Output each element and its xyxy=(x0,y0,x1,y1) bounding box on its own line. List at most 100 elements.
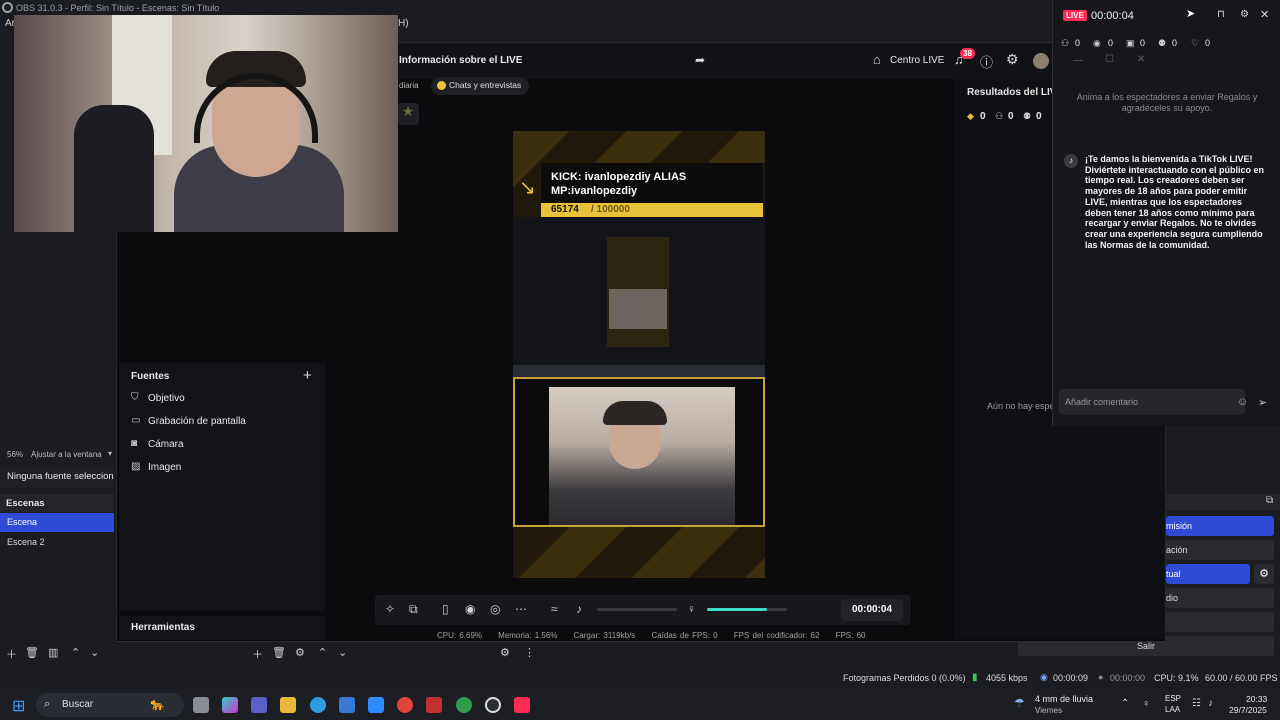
teams-icon[interactable] xyxy=(251,697,267,713)
weather-text[interactable]: 4 mm de lluvia xyxy=(1035,694,1093,704)
add-scene-icon[interactable]: ＋ xyxy=(6,646,17,662)
network-icon[interactable]: ☷ xyxy=(1192,698,1201,709)
centro-live-button[interactable]: Centro LIVE xyxy=(890,55,944,66)
task-view-icon[interactable] xyxy=(193,697,209,713)
edge-icon[interactable] xyxy=(310,697,326,713)
close-icon[interactable]: ✕ xyxy=(1137,54,1145,65)
camera-frame xyxy=(513,377,765,527)
scene-item-escena-2[interactable]: Escena 2 xyxy=(0,533,114,552)
viewers-icon: ⚇ xyxy=(995,111,1004,121)
settings-icon[interactable]: ⚙ xyxy=(1240,9,1249,20)
emoji-icon[interactable]: ☺ xyxy=(1237,396,1248,408)
share-icon[interactable]: ➦ xyxy=(695,53,705,67)
herramientas-title[interactable]: Herramientas xyxy=(119,616,325,640)
studio-mode-button[interactable]: dio xyxy=(1166,588,1274,608)
send-icon[interactable]: ➢ xyxy=(1258,396,1267,409)
scene-item-escena[interactable]: Escena xyxy=(0,513,114,532)
mic-slider[interactable] xyxy=(707,608,787,611)
volume-icon[interactable]: ♪ xyxy=(1208,698,1213,709)
folder-icon[interactable] xyxy=(280,697,296,713)
dropped-frames: Fotogramas Perdidos 0 (0.0%) xyxy=(843,673,966,683)
mic-icon[interactable]: ♀ xyxy=(687,602,696,616)
record-icon: ● xyxy=(1098,672,1104,682)
maximize-icon[interactable]: ☐ xyxy=(1105,54,1114,65)
gear-icon[interactable]: ⚙ xyxy=(295,646,305,659)
search-label: Buscar xyxy=(62,699,94,710)
minimize-icon[interactable]: — xyxy=(1073,55,1083,66)
fit-window-dropdown[interactable]: Ajustar a la ventana xyxy=(31,450,102,459)
arrow-up-icon[interactable]: ⌃ xyxy=(71,646,80,659)
speaker-icon[interactable]: ♪ xyxy=(576,602,582,616)
camera-icon: ◙ xyxy=(131,438,138,449)
avatar[interactable] xyxy=(1033,53,1049,69)
gift-prompt: Anima a los espectadores a enviar Regalo… xyxy=(1076,92,1258,113)
source-grabacion[interactable]: ▭ Grabación de pantalla xyxy=(131,414,311,432)
more-icon[interactable]: ⋯ xyxy=(515,602,527,616)
lock-icon[interactable]: ⊓ xyxy=(1217,9,1225,20)
home-icon[interactable]: ⌂ xyxy=(873,52,881,67)
windows-start-icon[interactable]: ⊞ xyxy=(12,696,25,716)
settings-icon[interactable]: ⚙ xyxy=(1006,51,1019,68)
filter-icon[interactable]: ▥ xyxy=(48,646,58,659)
virtual-camera-button[interactable]: tual xyxy=(1166,564,1250,584)
arrow-down-icon[interactable]: ⌄ xyxy=(338,646,347,659)
zoom-level: 56% xyxy=(7,450,24,459)
record-icon[interactable]: ◉ xyxy=(465,602,475,616)
notification-badge: 38 xyxy=(960,48,975,59)
arrow-down-icon[interactable]: ⌄ xyxy=(90,646,99,659)
phone-icon[interactable]: ▯ xyxy=(442,602,449,616)
chip-daily[interactable]: diaria xyxy=(399,81,419,90)
add-source-icon[interactable]: ＋ xyxy=(252,646,263,662)
chrome-icon[interactable] xyxy=(397,697,413,713)
app-icon[interactable] xyxy=(426,697,442,713)
language-code[interactable]: ESP xyxy=(1165,694,1181,703)
tiktok-logo-icon: ♪ xyxy=(1064,154,1078,168)
chevron-down-icon[interactable]: ▾ xyxy=(108,449,112,458)
menu-fragment-right[interactable]: H) xyxy=(398,18,409,29)
source-camara[interactable]: ◙ Cámara xyxy=(131,437,311,455)
gear-icon[interactable]: ⚙ xyxy=(1254,564,1274,584)
add-source-icon[interactable]: + xyxy=(303,367,312,384)
source-objetivo[interactable]: ⛉ Objetivo xyxy=(131,391,311,409)
mixer-settings-icon[interactable]: ⚙ xyxy=(500,646,510,659)
obs-titlebar: OBS 31.0.3 - Perfil: Sin Título - Escena… xyxy=(16,3,220,13)
tiktok-studio-taskbar-icon[interactable] xyxy=(514,697,530,713)
viewers-icon: ⚇ xyxy=(1061,38,1070,48)
start-stream-button[interactable]: misión xyxy=(1166,516,1274,536)
source-imagen[interactable]: ▨ Imagen xyxy=(131,460,311,478)
trash-icon[interactable]: 🗑 xyxy=(272,646,286,659)
dock-icon[interactable]: ⧉ xyxy=(1266,495,1273,506)
chrome-profile-icon[interactable] xyxy=(456,697,472,713)
weather-icon[interactable]: ☂ xyxy=(1014,696,1025,710)
store-icon[interactable] xyxy=(339,697,355,713)
camera-switch-icon[interactable]: ◎ xyxy=(490,602,500,616)
clock-time[interactable]: 20:33 xyxy=(1246,694,1267,704)
source-label: Grabación de pantalla xyxy=(148,416,246,427)
equalizer-icon[interactable]: ≈ xyxy=(551,602,558,616)
clock-date[interactable]: 29/7/2025 xyxy=(1229,705,1267,715)
camera-person xyxy=(549,387,735,525)
volume-slider[interactable] xyxy=(597,608,677,611)
goal-current: 65174 xyxy=(551,204,579,215)
obs-taskbar-icon[interactable] xyxy=(485,697,501,713)
layout-icon[interactable]: ⧉ xyxy=(409,602,418,617)
chip-chats-entrevistas[interactable]: Chats y entrevistas xyxy=(431,77,530,95)
comment-input[interactable]: Añadir comentario xyxy=(1059,389,1245,415)
scenes-title: Escenas xyxy=(0,494,114,512)
live-control-bar: ✧ ⧉ ▯ ◉ ◎ ⋯ ≈ ♪ ♀ 00:00:04 xyxy=(375,595,911,625)
mic-icon[interactable]: ♀ xyxy=(1142,698,1150,710)
close-icon[interactable]: ✕ xyxy=(1260,8,1269,21)
trash-icon[interactable]: 🗑 xyxy=(25,646,39,659)
help-icon[interactable]: ⓘ xyxy=(980,52,993,71)
magic-wand-icon[interactable]: ✧ xyxy=(385,602,395,616)
zoom-icon[interactable] xyxy=(368,697,384,713)
copilot-icon[interactable] xyxy=(222,697,238,713)
settings-button[interactable] xyxy=(1166,612,1274,632)
taskbar-search[interactable]: ⌕ Buscar 🐆 xyxy=(36,693,184,717)
live-info-title[interactable]: Información sobre el LIVE xyxy=(399,55,522,66)
star-icon[interactable]: ★ xyxy=(397,103,419,125)
tray-chevron-icon[interactable]: ⌃ xyxy=(1121,698,1129,709)
start-recording-button[interactable]: ación xyxy=(1166,540,1274,560)
more-icon[interactable]: ⋮ xyxy=(524,646,535,659)
arrow-up-icon[interactable]: ⌃ xyxy=(318,646,327,659)
